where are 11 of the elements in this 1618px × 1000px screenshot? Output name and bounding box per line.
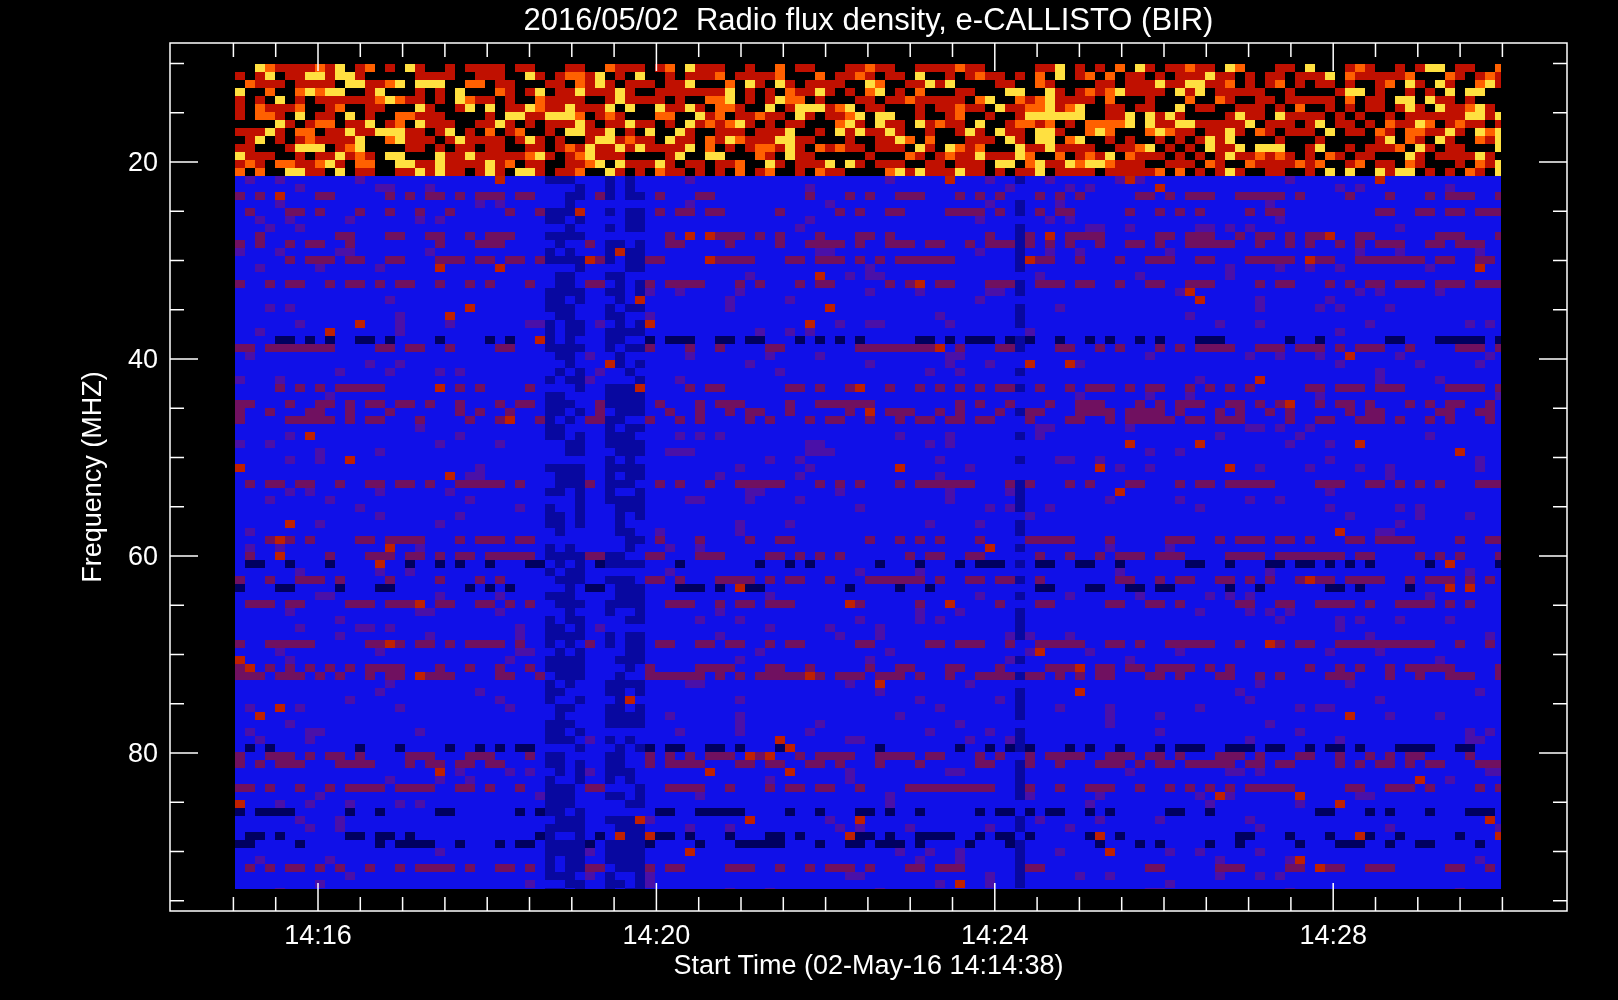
y-tick-label: 60	[127, 542, 158, 570]
y-tick-label: 20	[127, 148, 158, 176]
y-tick-label: 80	[127, 739, 158, 767]
y-axis-label: Frequency (MHZ)	[78, 371, 106, 583]
x-axis-label: Start Time (02-May-16 14:14:38)	[673, 952, 1064, 979]
x-tick-label: 14:28	[1299, 922, 1367, 949]
x-tick-label: 14:20	[622, 922, 691, 949]
y-tick-label: 40	[127, 345, 158, 373]
chart-title: 2016/05/02 Radio flux density, e-CALLISTO (BIR)	[523, 4, 1214, 35]
x-tick-label: 14:16	[284, 922, 352, 949]
x-tick-label: 14:24	[961, 922, 1029, 949]
